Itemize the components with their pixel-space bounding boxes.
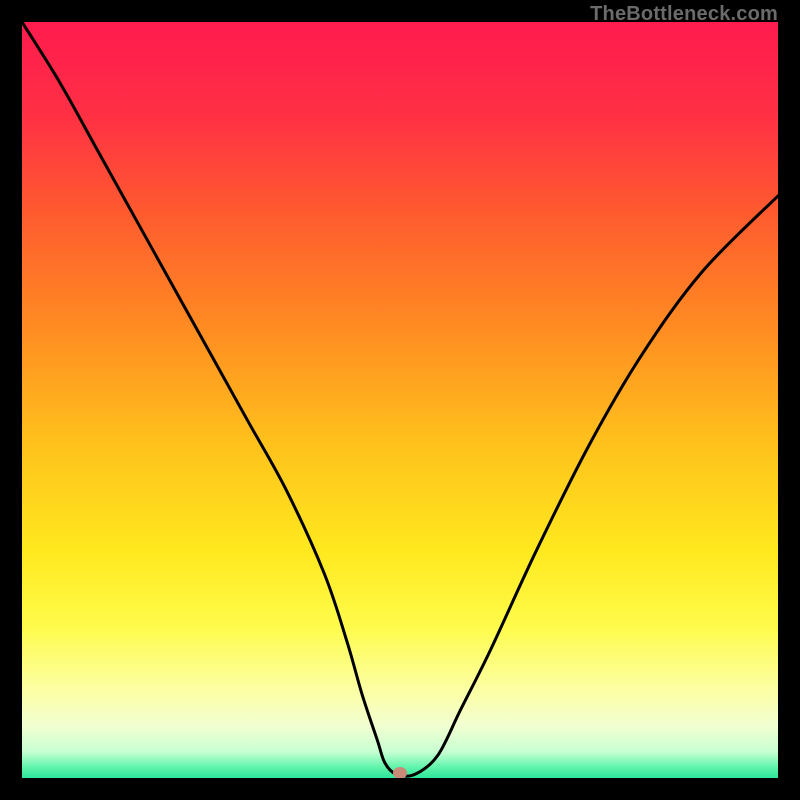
plot-area [22, 22, 778, 778]
chart-frame: TheBottleneck.com [0, 0, 800, 800]
optimal-point-marker [393, 767, 407, 778]
bottleneck-curve [22, 22, 778, 778]
